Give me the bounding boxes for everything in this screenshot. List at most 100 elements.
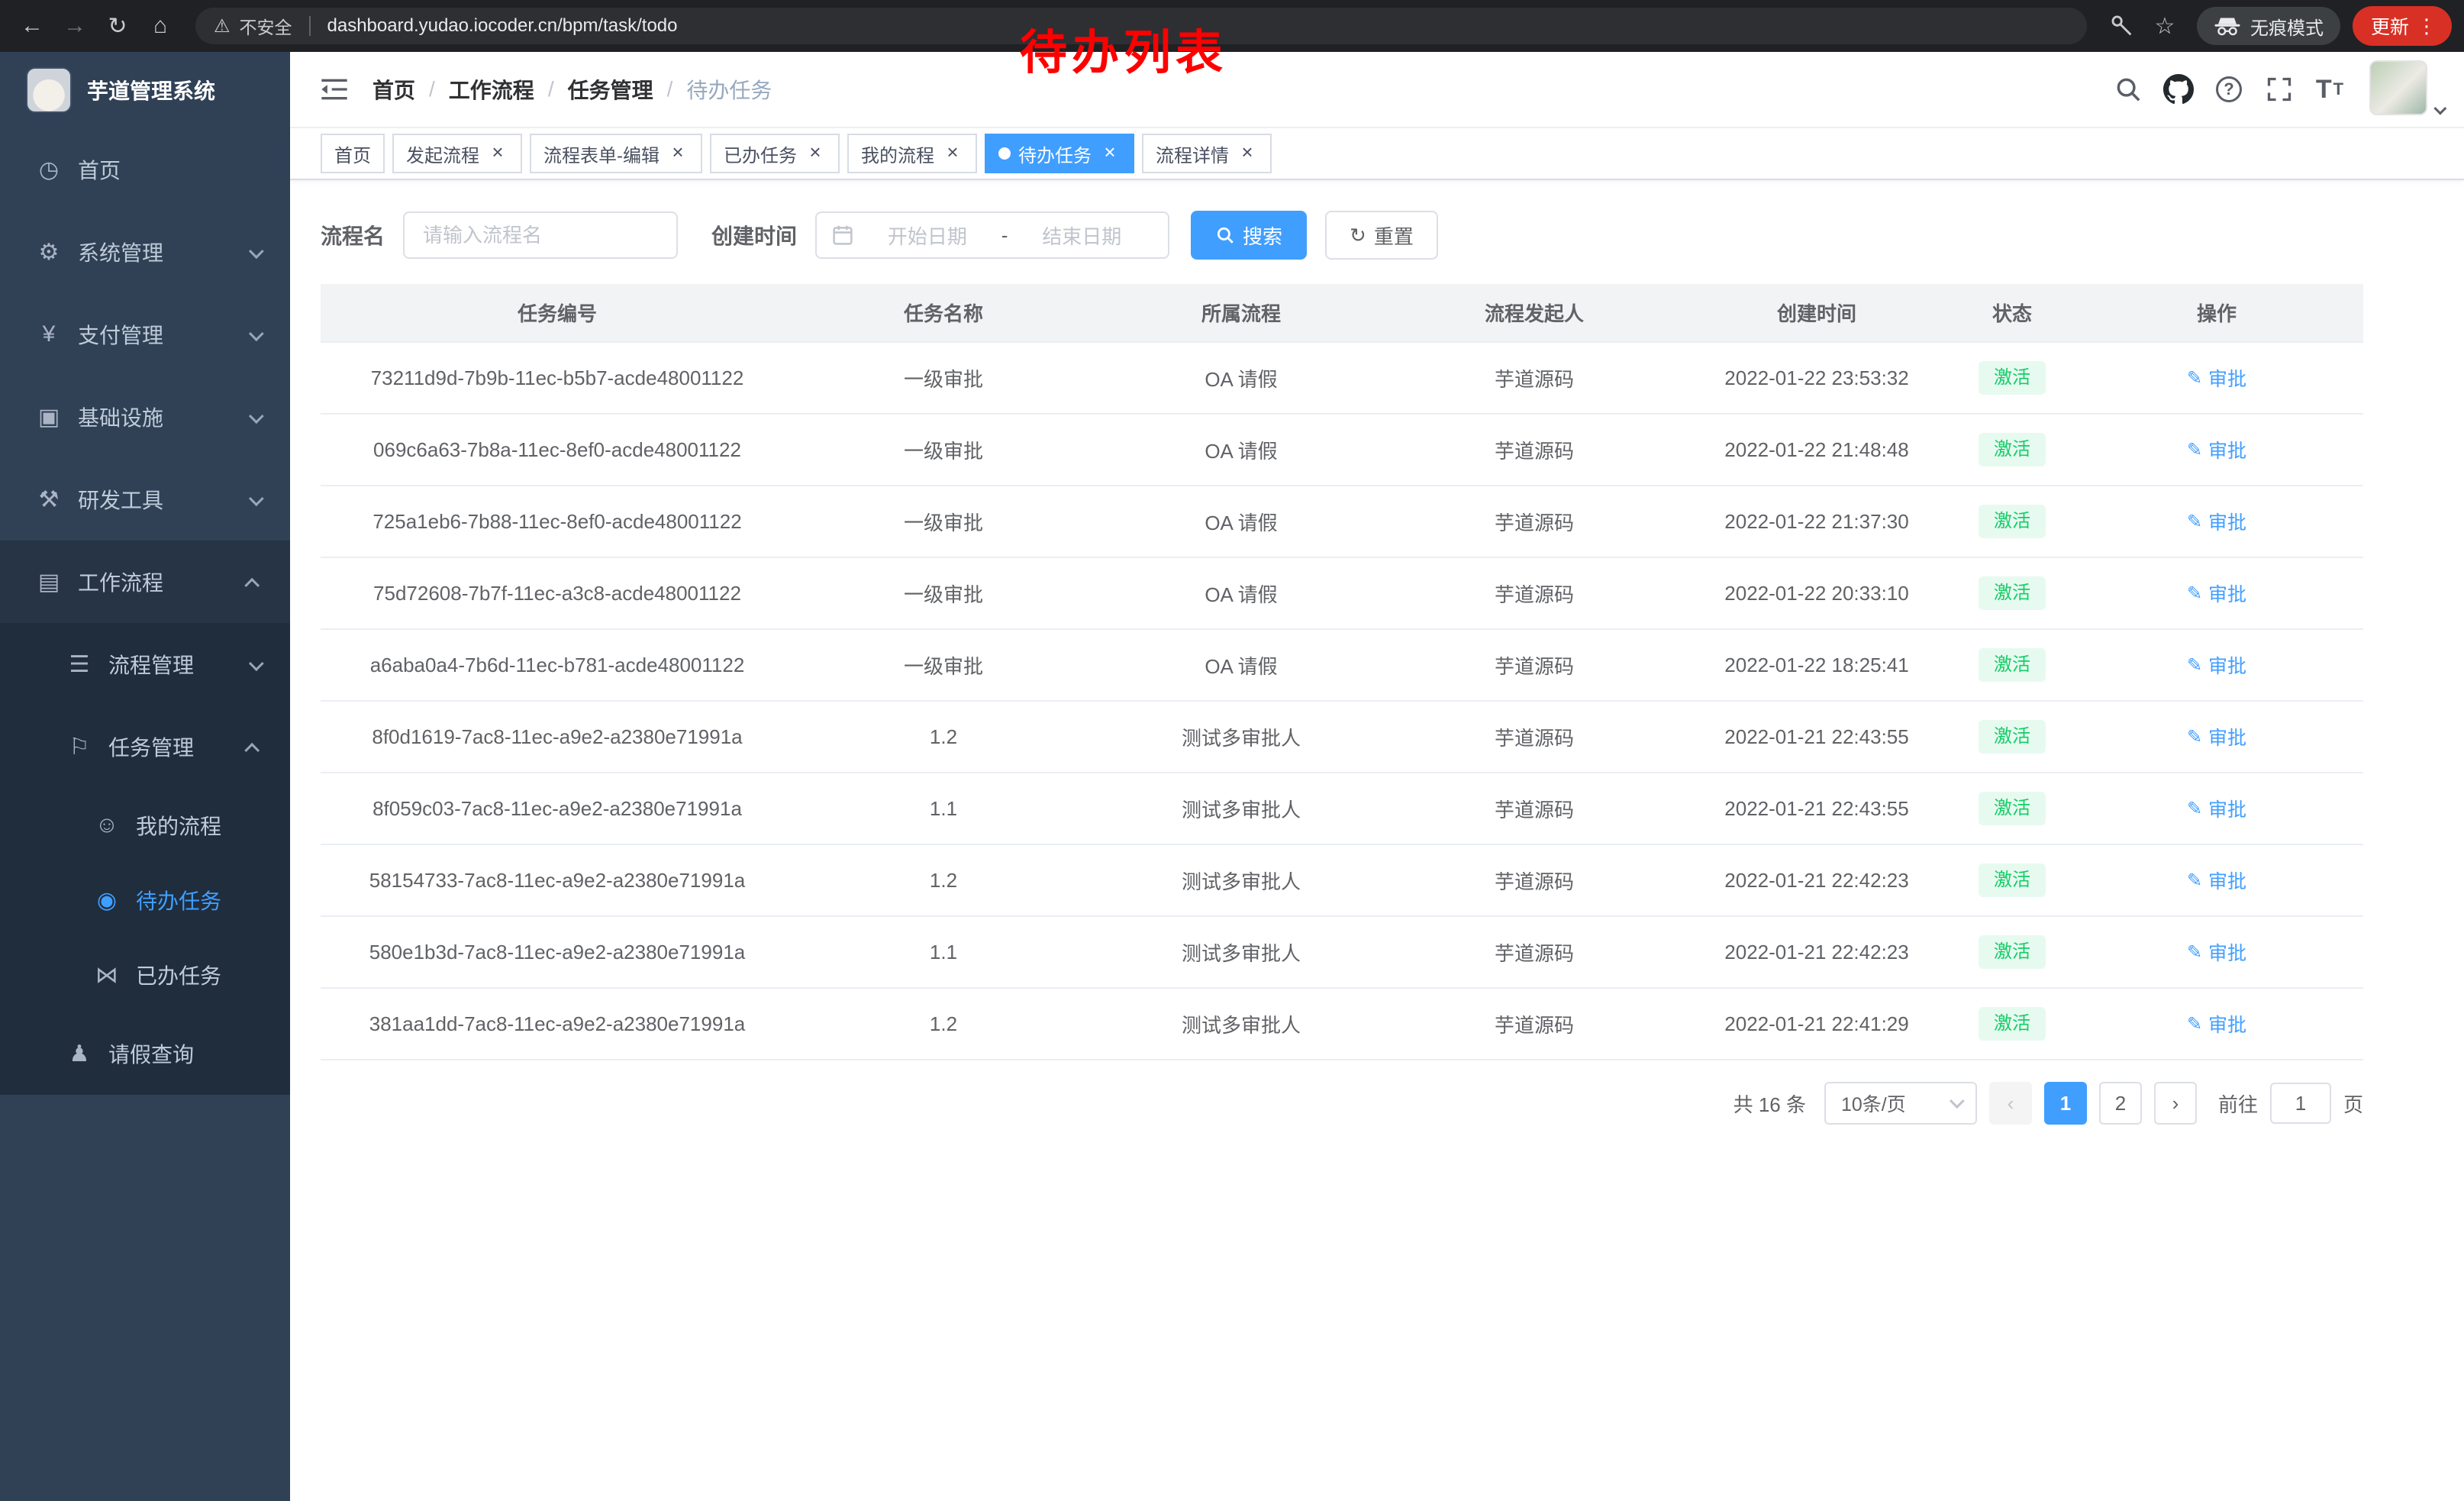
table-header-row: 任务编号任务名称所属流程流程发起人创建时间状态操作: [321, 284, 2363, 342]
sidebar-item-done-tasks[interactable]: ⋈ 已办任务: [0, 938, 290, 1012]
close-icon[interactable]: ×: [805, 143, 826, 164]
table-row: 381aa1dd-7ac8-11ec-a9e2-a2380e71991a1.2测…: [321, 988, 2363, 1060]
tab-label: 流程详情: [1156, 140, 1229, 167]
hamburger-icon[interactable]: [311, 66, 357, 112]
approve-link[interactable]: ✎审批: [2187, 938, 2246, 966]
github-icon[interactable]: [2157, 68, 2200, 111]
cell-process: 测试多审批人: [1093, 773, 1389, 844]
incognito-icon: [2214, 15, 2241, 37]
process-name-input[interactable]: [403, 211, 678, 259]
date-range-input[interactable]: 开始日期 - 结束日期: [815, 211, 1169, 259]
reset-button[interactable]: ↻ 重置: [1325, 211, 1438, 260]
chevron-right-icon: ›: [2172, 1092, 2179, 1115]
sidebar-item-todo-tasks[interactable]: ◉待办任务: [0, 863, 290, 938]
sidebar-item-label: 工作流程: [78, 567, 163, 597]
table-row: 8f059c03-7ac8-11ec-a9e2-a2380e71991a1.1测…: [321, 773, 2363, 844]
refresh-icon[interactable]: ↻: [98, 6, 137, 46]
tab-done-tasks[interactable]: 已办任务×: [710, 134, 840, 173]
sidebar-item-devtools[interactable]: ⚒研发工具: [0, 458, 290, 541]
next-page-button[interactable]: ›: [2154, 1082, 2197, 1125]
cell-task-id: 75d72608-7b7f-11ec-a3c8-acde48001122: [321, 557, 794, 629]
status-badge: 激活: [1979, 505, 2046, 537]
star-icon[interactable]: ☆: [2145, 6, 2185, 46]
forward-icon[interactable]: →: [55, 6, 95, 46]
page-size-select[interactable]: 10条/页: [1824, 1082, 1977, 1125]
sidebar-item-label: 支付管理: [78, 319, 163, 350]
cell-task-id: a6aba0a4-7b6d-11ec-b781-acde48001122: [321, 629, 794, 701]
cell-process: OA 请假: [1093, 557, 1389, 629]
fullscreen-icon[interactable]: [2258, 68, 2301, 111]
sidebar-item-label: 研发工具: [78, 484, 163, 515]
home-icon[interactable]: ⌂: [140, 6, 180, 46]
column-header: 流程发起人: [1389, 284, 1679, 342]
search-icon[interactable]: [2107, 68, 2150, 111]
avatar-image[interactable]: [2369, 60, 2427, 115]
chevron-up-icon: [244, 743, 260, 758]
column-header: 任务名称: [794, 284, 1093, 342]
cell-task-name: 一级审批: [794, 486, 1093, 557]
approve-link[interactable]: ✎审批: [2187, 364, 2246, 392]
done-icon: ⋈: [89, 962, 125, 989]
approve-link[interactable]: ✎审批: [2187, 651, 2246, 679]
edit-icon: ✎: [2187, 583, 2202, 605]
page-button-1[interactable]: 1: [2044, 1082, 2087, 1125]
close-icon[interactable]: ×: [487, 143, 508, 164]
close-icon[interactable]: ×: [1237, 143, 1258, 164]
back-icon[interactable]: ←: [12, 6, 52, 46]
tab-start-process[interactable]: 发起流程×: [392, 134, 522, 173]
page-button-2[interactable]: 2: [2099, 1082, 2142, 1125]
approve-link[interactable]: ✎审批: [2187, 723, 2246, 750]
total-count: 共 16 条: [1734, 1089, 1806, 1118]
update-button[interactable]: 更新 ⋮: [2353, 6, 2452, 46]
close-icon[interactable]: ×: [667, 143, 689, 164]
search-button[interactable]: 搜索: [1191, 211, 1307, 260]
app-logo[interactable]: 芋道管理系统: [0, 52, 290, 128]
person-icon: ♟: [61, 1041, 98, 1067]
breadcrumb-item[interactable]: 工作流程: [449, 74, 534, 105]
approve-link[interactable]: ✎审批: [2187, 1010, 2246, 1038]
sidebar-item-home[interactable]: ◷首页: [0, 128, 290, 211]
goto-page-input[interactable]: [2270, 1083, 2331, 1124]
close-icon[interactable]: ×: [942, 143, 963, 164]
sidebar-item-payment[interactable]: ¥支付管理: [0, 293, 290, 376]
sidebar-item-label: 已办任务: [136, 960, 221, 990]
font-size-icon[interactable]: TT: [2308, 68, 2351, 111]
breadcrumb-item[interactable]: 首页: [373, 74, 415, 105]
cell-initiator: 芋道源码: [1389, 414, 1679, 486]
sidebar-item-workflow[interactable]: ▤工作流程: [0, 541, 290, 623]
cell-created: 2022-01-21 22:43:55: [1679, 773, 1954, 844]
breadcrumb-item[interactable]: 任务管理: [568, 74, 653, 105]
prev-page-button[interactable]: ‹: [1989, 1082, 2032, 1125]
tab-todo-tasks[interactable]: 待办任务×: [985, 134, 1134, 173]
user-avatar[interactable]: [2369, 60, 2443, 118]
sidebar-item-task-mgmt[interactable]: ⚐任务管理: [0, 705, 290, 788]
help-icon[interactable]: ?: [2208, 68, 2250, 111]
edit-icon: ✎: [2187, 726, 2202, 748]
approve-link[interactable]: ✎审批: [2187, 436, 2246, 463]
key-icon[interactable]: [2102, 6, 2142, 46]
table-row: a6aba0a4-7b6d-11ec-b781-acde48001122一级审批…: [321, 629, 2363, 701]
url-text: dashboard.yudao.iocoder.cn/bpm/task/todo: [327, 15, 678, 37]
approve-link[interactable]: ✎审批: [2187, 795, 2246, 822]
warning-icon: ⚠: [214, 15, 231, 37]
menu-dots-icon[interactable]: ⋮: [2417, 15, 2437, 38]
tab-home[interactable]: 首页: [321, 134, 385, 173]
approve-link[interactable]: ✎审批: [2187, 867, 2246, 894]
cell-task-name: 一级审批: [794, 557, 1093, 629]
infrastructure-icon: ▣: [31, 404, 67, 431]
cell-process: 测试多审批人: [1093, 916, 1389, 988]
status-badge: 激活: [1979, 863, 2046, 896]
approve-link[interactable]: ✎审批: [2187, 579, 2246, 607]
sidebar-item-leave-query[interactable]: ♟请假查询: [0, 1012, 290, 1095]
tab-process-detail[interactable]: 流程详情 ×: [1142, 134, 1272, 173]
sidebar-item-my-process[interactable]: ☺我的流程: [0, 788, 290, 863]
sidebar-item-system[interactable]: ⚙系统管理: [0, 211, 290, 293]
sidebar-item-label: 首页: [78, 154, 121, 185]
sidebar-item-infrastructure[interactable]: ▣基础设施: [0, 376, 290, 458]
close-icon[interactable]: ×: [1099, 143, 1121, 164]
question-icon: ?: [2216, 76, 2242, 102]
sidebar-item-process-mgmt[interactable]: ☰流程管理: [0, 623, 290, 705]
tab-form-edit[interactable]: 流程表单-编辑×: [530, 134, 702, 173]
approve-link[interactable]: ✎审批: [2187, 508, 2246, 535]
tab-my-process[interactable]: 我的流程×: [847, 134, 977, 173]
